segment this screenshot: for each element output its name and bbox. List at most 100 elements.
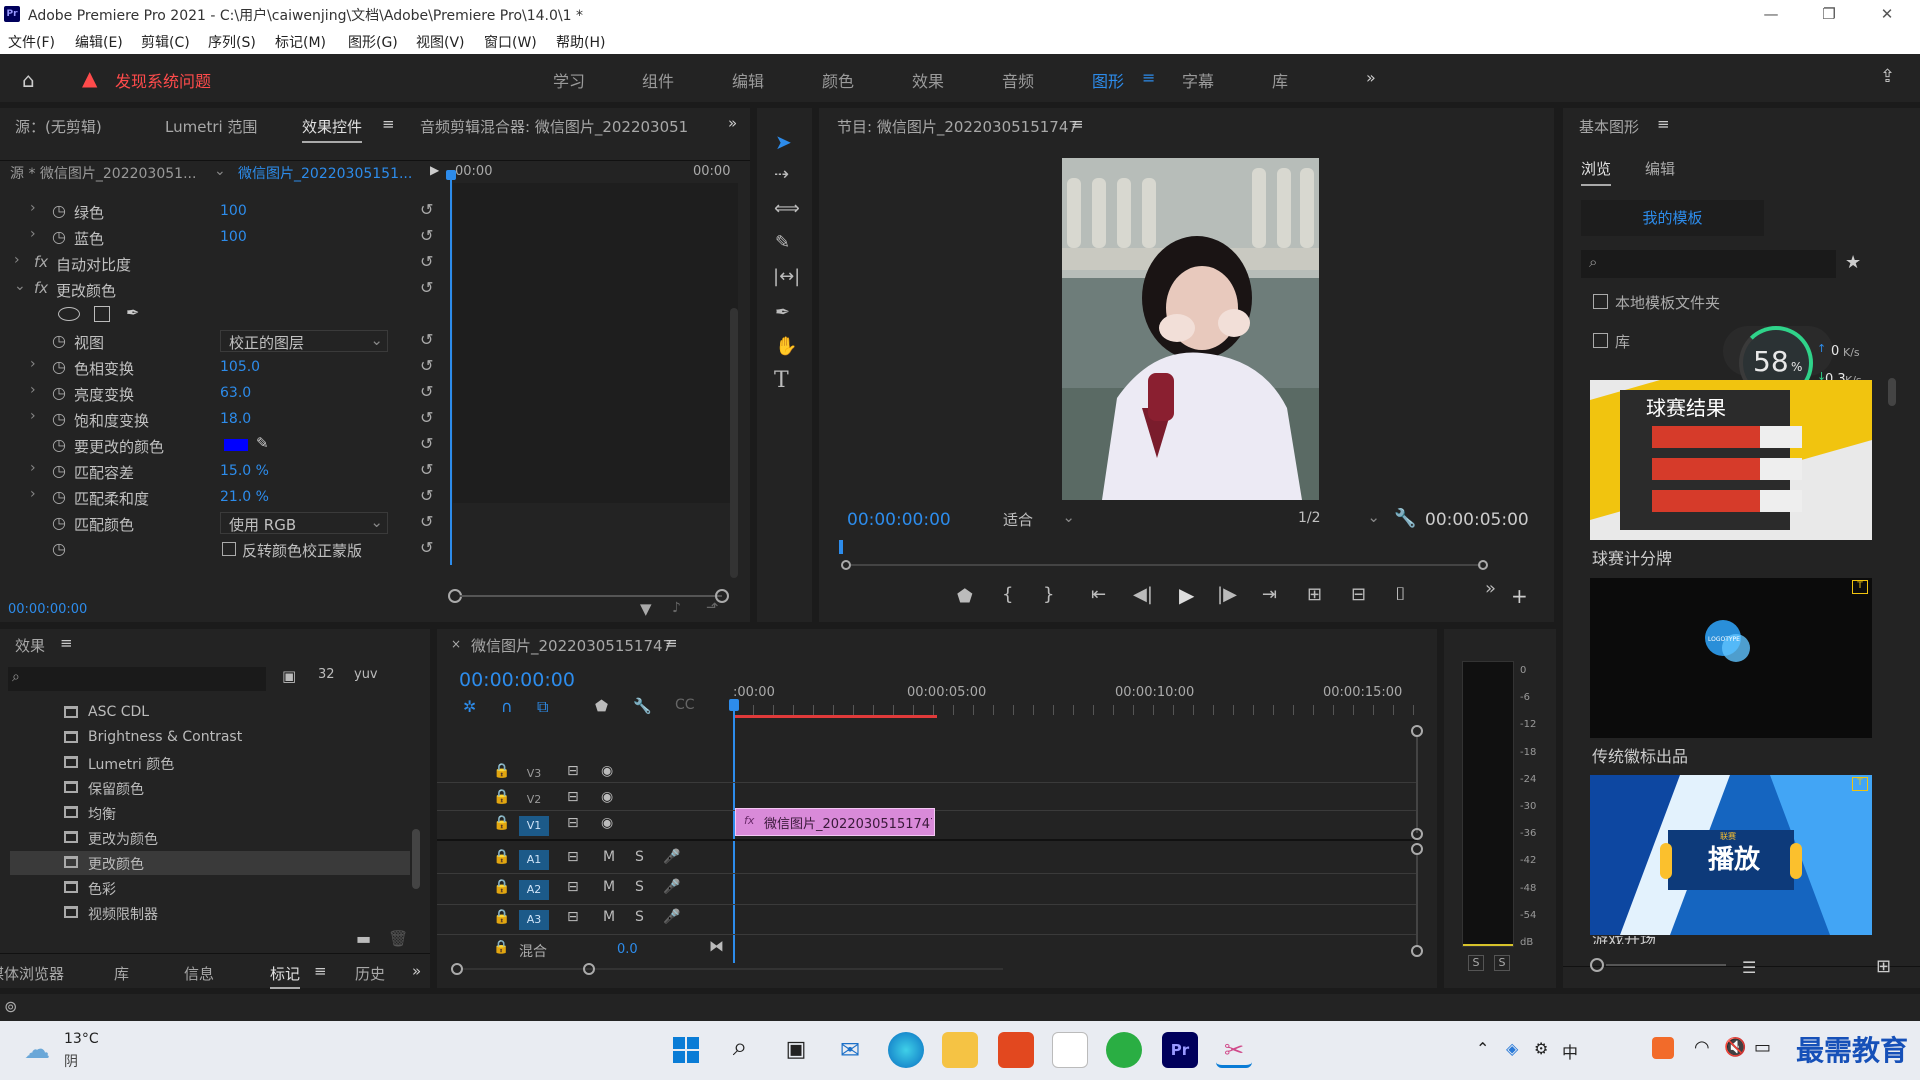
track-sync-icon[interactable]: ⊟ (567, 789, 579, 805)
expand-chevron-icon[interactable]: › (30, 200, 36, 216)
track-eye-icon[interactable]: ◉ (601, 789, 613, 805)
menu-edit[interactable]: 编辑(E) (75, 32, 123, 52)
track-lock-icon[interactable]: 🔒 (493, 789, 510, 805)
effect-prop-row[interactable]: › ◷ 绿色 100 ↺ (0, 198, 440, 224)
extract-icon[interactable]: ⊟ (1351, 584, 1366, 605)
stopwatch-icon[interactable]: ◷ (52, 357, 66, 376)
stopwatch-icon[interactable]: ◷ (52, 409, 66, 428)
ellipse-mask-icon[interactable] (58, 307, 80, 321)
mute-button[interactable]: M (603, 879, 615, 895)
ws-tab-audio[interactable]: 音频 (1002, 68, 1034, 92)
program-title[interactable]: 节目: 微信图片_20220305151747 (837, 116, 1078, 137)
mark-out-icon[interactable]: } (1043, 584, 1054, 605)
program-video-frame[interactable] (1062, 158, 1319, 500)
track-header[interactable]: 🔒 A2 ⊟ M S 🎤 (437, 875, 1537, 905)
menu-help[interactable]: 帮助(H) (556, 32, 605, 52)
track-target-label[interactable]: A2 (519, 880, 549, 900)
effect-prop-row[interactable]: › ◷ 蓝色 100 ↺ (0, 224, 440, 250)
effect-prop-row[interactable]: › fx 自动对比度 ↺ (0, 250, 440, 276)
voiceover-mic-icon[interactable]: 🎤 (663, 909, 680, 925)
track-lock-icon[interactable]: 🔒 (493, 909, 510, 925)
minimize-button[interactable]: — (1748, 2, 1794, 26)
go-to-in-icon[interactable]: ⇤ (1091, 584, 1106, 605)
mix-lock-icon[interactable]: 🔒 (493, 940, 509, 955)
prop-value[interactable]: 15.0 % (220, 463, 269, 479)
template-logo-thumb[interactable]: LOGOTYPE T (1590, 578, 1872, 738)
library-checkbox[interactable] (1593, 333, 1608, 348)
weather-desc[interactable]: 阴 (64, 1051, 78, 1071)
tab-browse[interactable]: 浏览 (1581, 158, 1612, 186)
notepad-icon[interactable] (1052, 1032, 1088, 1068)
render-status-icon[interactable]: ⊚ (4, 997, 17, 1016)
expand-chevron-icon[interactable]: ⌄ (14, 278, 26, 294)
template-scoreboard-label[interactable]: 球赛计分牌 (1592, 545, 1672, 569)
track-target-label[interactable]: V3 (519, 764, 549, 784)
prop-dropdown[interactable]: 使用 RGB ⌄ (220, 512, 388, 534)
stopwatch-icon[interactable]: ◷ (52, 331, 66, 350)
ws-tab-captions[interactable]: 字幕 (1182, 68, 1214, 92)
expand-chevron-icon[interactable]: › (30, 486, 36, 502)
go-to-out-icon[interactable]: ⇥ (1262, 584, 1277, 605)
mail-icon[interactable]: ✉ (832, 1032, 868, 1068)
menu-file[interactable]: 文件(F) (8, 32, 55, 52)
premiere-taskbar-icon[interactable]: Pr (1162, 1032, 1198, 1068)
reset-icon[interactable]: ↺ (420, 408, 433, 427)
stopwatch-icon[interactable]: ◷ (52, 487, 66, 506)
stopwatch-icon[interactable]: ◷ (52, 435, 66, 454)
mark-in-icon[interactable]: { (1002, 584, 1013, 605)
graphics-menu-icon[interactable]: ≡ (1657, 115, 1670, 133)
search-icon[interactable]: ⌕ (722, 1032, 758, 1068)
program-menu-icon[interactable]: ≡ (1071, 115, 1084, 133)
selection-tool-icon[interactable]: ➤ (775, 130, 792, 154)
reset-icon[interactable]: ↺ (420, 252, 433, 271)
menu-graphics[interactable]: 图形(G) (348, 32, 398, 52)
home-icon[interactable]: ⌂ (22, 68, 35, 92)
track-lock-icon[interactable]: 🔒 (493, 849, 510, 865)
menu-view[interactable]: 视图(V) (416, 32, 465, 52)
track-sync-icon[interactable]: ⊟ (567, 849, 579, 865)
voiceover-mic-icon[interactable]: 🎤 (663, 879, 680, 895)
solo-left-button[interactable]: S (1468, 955, 1484, 971)
weather-temp[interactable]: 13°C (64, 1031, 99, 1047)
track-sync-icon[interactable]: ⊟ (567, 879, 579, 895)
razor-tool-icon[interactable]: ✎ (775, 232, 790, 253)
mix-value[interactable]: 0.0 (617, 942, 638, 957)
export-frame-camera-icon[interactable]: ⌷ (1395, 584, 1406, 605)
warning-icon[interactable]: ▲ (82, 66, 97, 90)
sort-icon[interactable]: ☰ (1742, 958, 1756, 977)
ws-tab-menu-icon[interactable]: ≡ (1142, 68, 1155, 87)
reset-icon[interactable]: ↺ (420, 538, 433, 557)
menu-window[interactable]: 窗口(W) (484, 32, 537, 52)
track-lock-icon[interactable]: 🔒 (493, 815, 510, 831)
effect-prop-row[interactable]: › ◷ 匹配柔和度 21.0 % ↺ (0, 484, 440, 510)
volume-mute-icon[interactable]: 🔇 (1724, 1037, 1746, 1058)
template-game-label[interactable]: 游戏开场 (1592, 936, 1874, 944)
video-scroll-bottom[interactable] (1411, 828, 1423, 840)
mix-end-icon[interactable]: ⧓ (709, 937, 724, 955)
lift-icon[interactable]: ⊞ (1307, 584, 1322, 605)
prop-value[interactable]: 63.0 (220, 385, 251, 401)
tab-lumetri-scopes[interactable]: Lumetri 范围 (165, 116, 257, 137)
clip-dropdown-icon[interactable]: ⌄ (214, 163, 226, 179)
system-alert-label[interactable]: 发现系统问题 (115, 68, 211, 92)
edge-browser-icon[interactable] (888, 1032, 924, 1068)
track-lock-icon[interactable]: 🔒 (493, 879, 510, 895)
snipping-tool-icon[interactable]: ✂ (1216, 1032, 1252, 1068)
effect-prop-row[interactable]: ◷ 要更改的颜色 ✎ ↺ (0, 432, 440, 458)
step-forward-icon[interactable]: |▶ (1217, 584, 1237, 605)
track-lock-icon[interactable]: 🔒 (493, 763, 510, 779)
track-eye-icon[interactable]: ◉ (601, 815, 613, 831)
slip-tool-icon[interactable]: |↔| (773, 266, 800, 287)
panel-more-icon[interactable]: » (728, 114, 737, 132)
effect-prop-row[interactable]: ◷ 反转颜色校正蒙版 ↺ (0, 536, 440, 562)
reset-icon[interactable]: ↺ (420, 226, 433, 245)
export-audio-icon[interactable]: ♪ (672, 600, 681, 616)
my-templates-button[interactable]: 我的模板 (1581, 200, 1764, 236)
video-scroll-top[interactable] (1411, 725, 1423, 737)
effect-prop-row[interactable]: › ◷ 匹配容差 15.0 % ↺ (0, 458, 440, 484)
ws-tab-effects[interactable]: 效果 (912, 68, 944, 92)
reset-icon[interactable]: ↺ (420, 512, 433, 531)
wechat-icon[interactable] (1106, 1032, 1142, 1068)
effect-prop-row[interactable]: ◷ 匹配颜色 使用 RGB ⌄ ↺ (0, 510, 440, 536)
prop-value[interactable]: 21.0 % (220, 489, 269, 505)
